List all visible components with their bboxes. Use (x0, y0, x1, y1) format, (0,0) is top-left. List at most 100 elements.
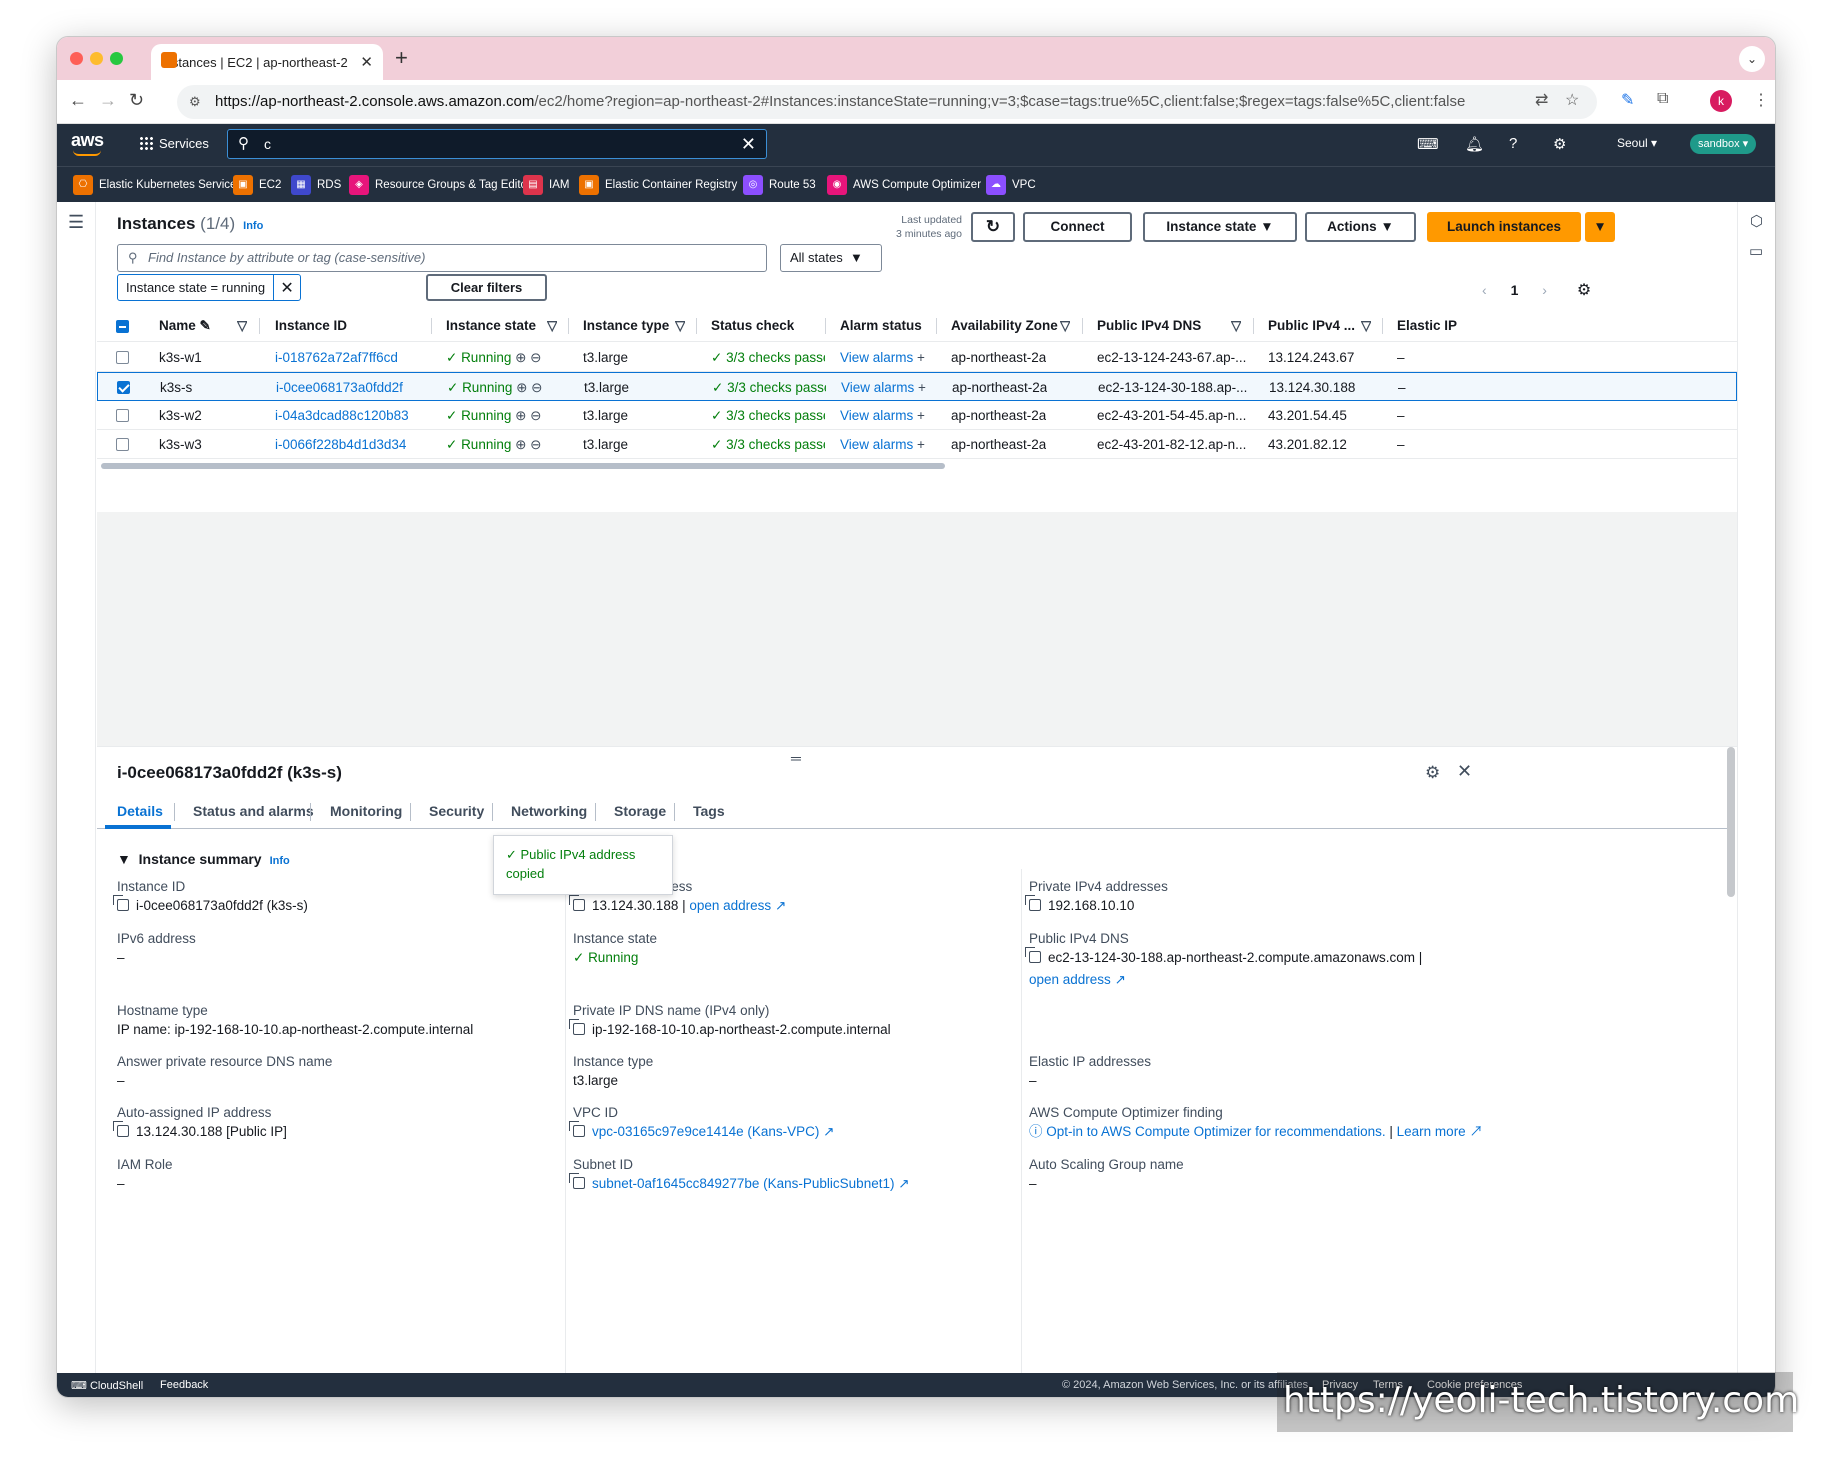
panel-preferences-icon[interactable]: ⚙ (1425, 763, 1440, 783)
copy-icon[interactable] (113, 1121, 129, 1137)
address-bar[interactable]: ⚙ https://ap-northeast-2.console.aws.ama… (177, 85, 1597, 119)
table-row[interactable]: k3s-w2 i-04a3dcad88c120b83 ✓ Running ⊕ ⊖ t3… (97, 401, 1737, 430)
zoom-in-icon[interactable]: ⊕ (511, 408, 526, 423)
favorite-ec2[interactable]: ▣ EC2 (233, 175, 281, 195)
resize-handle-icon[interactable]: ═ (791, 750, 801, 766)
info-link[interactable]: Info (270, 855, 290, 867)
column-header-elastic-ip[interactable]: Elastic IP (1397, 310, 1457, 342)
instance-state-button[interactable]: Instance state ▼ (1143, 212, 1297, 242)
column-header-public-dns[interactable]: Public IPv4 DNS (1097, 310, 1201, 342)
instance-summary-header[interactable]: ▼ Instance summary Info (117, 851, 290, 867)
zoom-out-icon[interactable]: ⊖ (527, 380, 542, 395)
tab-networking[interactable]: Networking (511, 803, 587, 819)
column-header-public-ipv4[interactable]: Public IPv4 ... (1268, 310, 1355, 342)
favorite-resource-groups[interactable]: ◈ Resource Groups & Tag Editor (349, 175, 531, 195)
add-alarm-icon[interactable]: + (913, 350, 925, 365)
services-menu[interactable]: Services (139, 136, 209, 151)
maximize-window-button[interactable] (110, 52, 123, 65)
zoom-out-icon[interactable]: ⊖ (526, 350, 541, 365)
row-checkbox[interactable] (116, 409, 129, 422)
instance-filter-input[interactable]: ⚲ Find Instance by attribute or tag (case… (117, 244, 767, 272)
copy-icon[interactable] (569, 895, 585, 911)
tab-monitoring[interactable]: Monitoring (330, 803, 402, 819)
bookmark-star-icon[interactable]: ☆ (1565, 90, 1579, 110)
cloudshell-link[interactable]: ⌨ CloudShell (71, 1379, 143, 1392)
feedback-panel-icon[interactable]: ▭ (1749, 242, 1763, 260)
sort-icon[interactable]: ▽ (675, 310, 685, 342)
cell-instance-id[interactable]: i-0cee068173a0fdd2f (276, 373, 403, 402)
forward-icon[interactable]: → (99, 90, 117, 111)
tab-status-and-alarms[interactable]: Status and alarms (193, 803, 314, 819)
region-selector[interactable]: Seoul ▾ (1617, 136, 1657, 150)
sort-icon[interactable]: ▽ (1060, 310, 1070, 342)
reload-icon[interactable]: ↻ (129, 90, 144, 111)
column-header-instance-state[interactable]: Instance state (446, 310, 536, 342)
browser-menu-icon[interactable]: ⋮ (1753, 90, 1769, 110)
all-states-select[interactable]: All states ▼ (780, 244, 882, 272)
subnet-link[interactable]: subnet-0af1645cc849277be (Kans-PublicSub… (592, 1176, 894, 1191)
copy-icon[interactable] (569, 1019, 585, 1035)
browser-tab[interactable]: Instances | EC2 | ap-northeast-2 ✕ (151, 44, 383, 80)
back-icon[interactable]: ← (69, 90, 87, 111)
select-all-checkbox[interactable] (116, 320, 129, 333)
connect-button[interactable]: Connect (1023, 212, 1132, 242)
feedback-link[interactable]: Feedback (160, 1379, 208, 1391)
zoom-in-icon[interactable]: ⊕ (511, 437, 526, 452)
close-tab-icon[interactable]: ✕ (360, 53, 373, 71)
learn-more-link[interactable]: Learn more (1397, 1124, 1466, 1139)
favorite-rds[interactable]: ▦ RDS (291, 175, 341, 195)
favorite-ecr[interactable]: ▣ Elastic Container Registry (579, 175, 737, 195)
add-alarm-icon[interactable]: + (913, 408, 925, 423)
cell-alarm-status[interactable]: View alarms + (840, 401, 925, 430)
profile-avatar[interactable]: k (1710, 90, 1732, 112)
account-menu[interactable]: sandbox ▾ (1690, 134, 1757, 154)
favorite-compute-optimizer[interactable]: ◉ AWS Compute Optimizer (827, 175, 981, 195)
cell-instance-id[interactable]: i-0066f228b4d1d3d34 (275, 430, 406, 459)
favorite-iam[interactable]: ▤ IAM (523, 175, 569, 195)
copy-icon[interactable] (569, 1173, 585, 1189)
info-link[interactable]: Info (243, 220, 263, 232)
row-checkbox[interactable] (116, 438, 129, 451)
close-window-button[interactable] (70, 52, 83, 65)
clear-filters-button[interactable]: Clear filters (426, 274, 547, 301)
help-panel-icon[interactable]: ⬡ (1750, 212, 1763, 230)
favorite-route53[interactable]: ◎ Route 53 (743, 175, 816, 195)
row-checkbox[interactable] (116, 351, 129, 364)
clear-search-icon[interactable]: ✕ (741, 130, 756, 158)
zoom-out-icon[interactable]: ⊖ (526, 437, 541, 452)
hamburger-menu-icon[interactable]: ☰ (68, 212, 84, 233)
column-header-instance-type[interactable]: Instance type (583, 310, 669, 342)
tab-security[interactable]: Security (429, 803, 484, 819)
minimize-window-button[interactable] (90, 52, 103, 65)
new-tab-icon[interactable]: + (395, 45, 408, 71)
page-number[interactable]: 1 (1511, 282, 1519, 298)
copy-icon[interactable] (1025, 947, 1041, 963)
favorite-eks[interactable]: ⎔ Elastic Kubernetes Service (73, 175, 236, 195)
vertical-scrollbar[interactable] (1727, 747, 1735, 897)
zoom-out-icon[interactable]: ⊖ (526, 408, 541, 423)
tab-search-icon[interactable]: ⌄ (1739, 46, 1765, 72)
notifications-icon[interactable]: 🔔︎ (1465, 135, 1484, 153)
actions-button[interactable]: Actions ▼ (1305, 212, 1416, 242)
copy-icon[interactable] (569, 1121, 585, 1137)
next-page-icon[interactable]: › (1542, 282, 1547, 298)
site-info-icon[interactable]: ⚙ (189, 85, 201, 119)
help-icon[interactable]: ? (1509, 135, 1517, 152)
add-alarm-icon[interactable]: + (914, 380, 926, 395)
zoom-in-icon[interactable]: ⊕ (511, 350, 526, 365)
column-header-alarm-status[interactable]: Alarm status (840, 310, 922, 342)
cell-instance-id[interactable]: i-04a3dcad88c120b83 (275, 401, 409, 430)
table-row[interactable]: k3s-w1 i-018762a72af7ff6cd ✓ Running ⊕ ⊖ t3… (97, 343, 1737, 372)
prev-page-icon[interactable]: ‹ (1482, 282, 1487, 298)
tab-details[interactable]: Details (117, 803, 163, 819)
favorite-vpc[interactable]: ☁ VPC (986, 175, 1036, 195)
table-row[interactable]: k3s-s i-0cee068173a0fdd2f ✓ Running ⊕ ⊖ t3.… (97, 372, 1737, 401)
tab-storage[interactable]: Storage (614, 803, 666, 819)
cell-alarm-status[interactable]: View alarms + (841, 373, 926, 402)
column-header-availability-zone[interactable]: Availability Zone (951, 310, 1058, 342)
column-header-name[interactable]: Name ✎ (159, 310, 211, 342)
table-row[interactable]: k3s-w3 i-0066f228b4d1d3d34 ✓ Running ⊕ ⊖ t3… (97, 430, 1737, 459)
extensions-icon[interactable]: ⧉ (1657, 90, 1668, 108)
sort-icon[interactable]: ▽ (237, 310, 247, 342)
sort-icon[interactable]: ▽ (1361, 310, 1371, 342)
